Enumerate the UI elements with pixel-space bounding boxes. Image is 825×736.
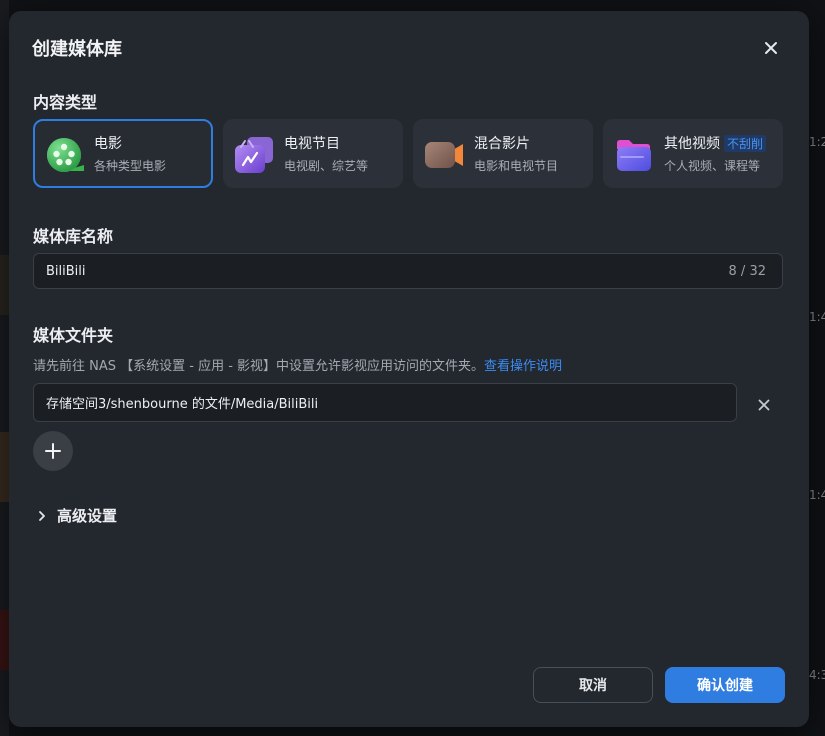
- type-desc: 电视剧、综艺等: [284, 159, 369, 173]
- type-desc: 个人视频、课程等: [664, 159, 761, 173]
- type-card-mixed[interactable]: 混合影片 电影和电视节目: [413, 119, 593, 188]
- plus-icon: [45, 443, 61, 459]
- advanced-settings-toggle[interactable]: 高级设置: [35, 505, 117, 526]
- background-timestamp: 4:3: [809, 668, 825, 682]
- type-name: 电视节目: [284, 136, 340, 152]
- content-type-label: 内容类型: [33, 93, 98, 112]
- type-name-text: 其他视频: [664, 136, 720, 152]
- background-timestamp: 1:4: [809, 488, 825, 502]
- type-name: 混合影片: [474, 136, 530, 152]
- type-desc: 各种类型电影: [94, 159, 167, 173]
- background-timestamp: 1:2: [809, 135, 825, 149]
- background-thumbnail: [0, 432, 9, 502]
- video-camera-icon: [425, 142, 463, 168]
- view-instructions-link[interactable]: 查看操作说明: [484, 359, 562, 374]
- add-folder-button[interactable]: [33, 431, 73, 471]
- library-name-label: 媒体库名称: [33, 227, 114, 246]
- close-icon: [765, 42, 777, 54]
- confirm-create-button[interactable]: 确认创建: [665, 667, 785, 703]
- remove-folder-button[interactable]: [753, 394, 775, 416]
- folder-hint: 请先前往 NAS 【系统设置 - 应用 - 影视】中设置允许影视应用访问的文件夹…: [33, 355, 562, 374]
- type-name: 其他视频 不刮削: [664, 133, 767, 153]
- folder-hint-text: 请先前往 NAS 【系统设置 - 应用 - 影视】中设置允许影视应用访问的文件夹…: [33, 359, 485, 374]
- create-library-dialog: 创建媒体库 内容类型 电影 各种类型电影 电视节目 电视剧、综艺等 混合影片 电…: [9, 11, 809, 727]
- type-card-tv[interactable]: 电视节目 电视剧、综艺等: [223, 119, 403, 188]
- chevron-right-icon: [39, 510, 45, 521]
- close-icon: [758, 399, 770, 411]
- library-name-value: BiliBili: [46, 263, 86, 279]
- tv-icon: [235, 137, 273, 173]
- character-counter: 8 / 32: [728, 263, 766, 279]
- advanced-settings-label: 高级设置: [57, 507, 118, 525]
- folder-path-field[interactable]: 存储空间3/shenbourne 的文件/Media/BiliBili: [33, 383, 737, 422]
- media-folder-label: 媒体文件夹: [33, 326, 114, 345]
- no-scrape-badge: 不刮削: [724, 135, 767, 152]
- dialog-title: 创建媒体库: [32, 39, 122, 60]
- background-thumbnail: [0, 610, 9, 670]
- close-button[interactable]: [760, 37, 782, 59]
- background-thumbnail: [0, 255, 9, 315]
- library-name-input[interactable]: BiliBili 8 / 32: [33, 253, 783, 289]
- type-name: 电影: [94, 136, 122, 152]
- type-card-movie[interactable]: 电影 各种类型电影: [33, 119, 213, 188]
- background-timestamp: 1:4: [809, 310, 825, 324]
- folder-icon: [617, 140, 651, 171]
- type-card-other[interactable]: 其他视频 不刮削 个人视频、课程等: [603, 119, 783, 188]
- film-reel-icon: [47, 138, 84, 172]
- cancel-button[interactable]: 取消: [533, 667, 653, 703]
- type-desc: 电影和电视节目: [474, 159, 559, 173]
